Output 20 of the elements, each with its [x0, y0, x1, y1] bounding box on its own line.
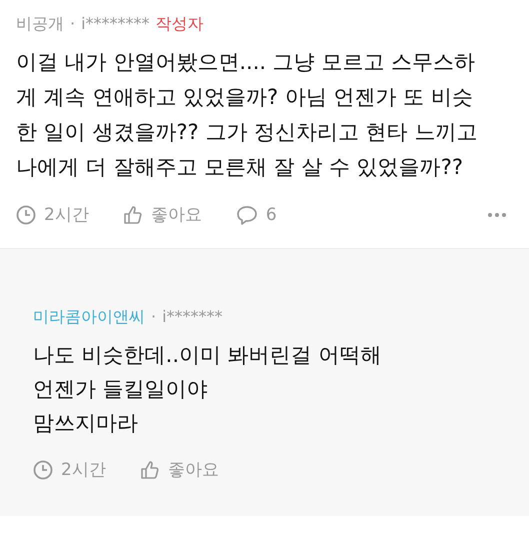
user-id: i********: [81, 14, 150, 33]
more-icon[interactable]: [487, 212, 507, 218]
time-ago: 2시간: [61, 459, 106, 481]
thumbs-up-icon: [140, 460, 160, 480]
author-name: 비공개: [16, 14, 64, 35]
user-id: i*******: [162, 307, 223, 326]
reply-text: 나도 비슷한데..이미 봐버린걸 어떡해 언젠가 들킬일이야 맘쓰지마라: [33, 342, 382, 437]
author-label: 작성자: [156, 14, 204, 35]
reply-count-button[interactable]: 6: [236, 204, 277, 224]
clock-icon: [33, 460, 53, 480]
separator-dot: ·: [151, 307, 156, 326]
thumbs-up-icon: [122, 204, 143, 224]
separator-dot: ·: [70, 14, 76, 33]
speech-bubble-icon: [236, 204, 258, 224]
like-button[interactable]: 좋아요: [122, 203, 202, 226]
clock-icon: [16, 204, 36, 224]
time-ago: 2시간: [44, 204, 89, 226]
like-button[interactable]: 좋아요: [140, 458, 219, 481]
comment-text: 이걸 내가 안열어봤으면.... 그냥 모르고 스무스하 게 계속 연애하고 있었을까? 아님 언젠가 또 비슷 한 일이 생겼을까?? 그가 정신차리고 현타 느끼고 나에게 더 잘해주고 모른채 잘 살 수 있었을까??: [16, 49, 478, 181]
author-name[interactable]: 미라콤아이앤씨: [33, 307, 145, 328]
